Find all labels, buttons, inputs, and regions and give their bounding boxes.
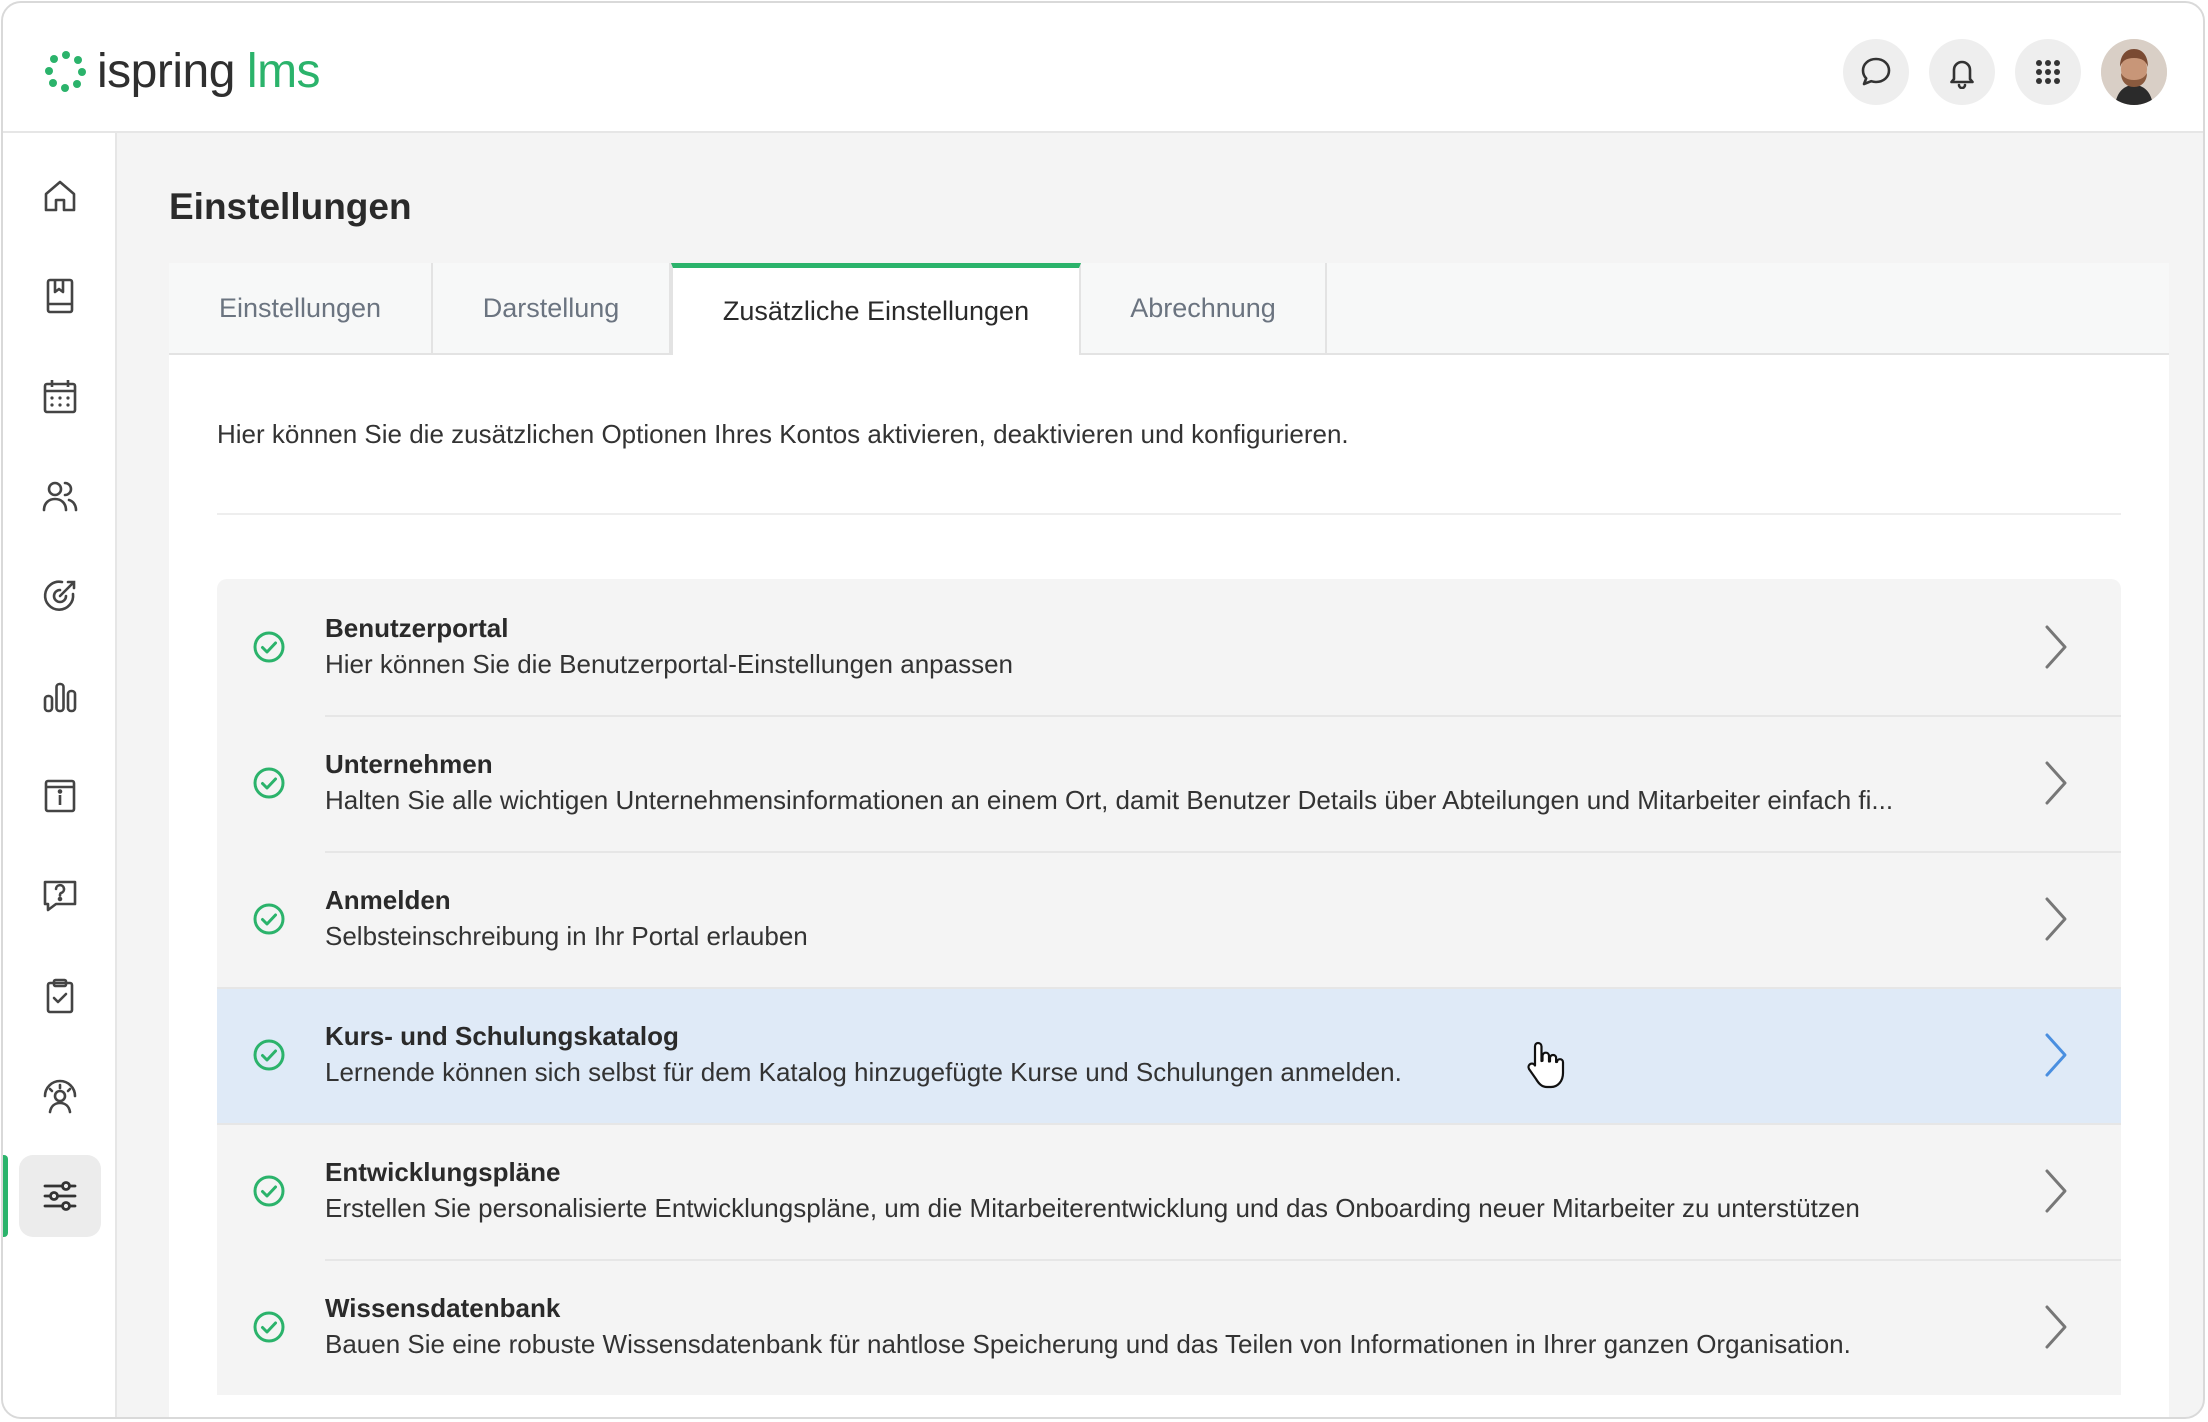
option-description: Erstellen Sie personalisierte Entwicklun… xyxy=(325,1193,1860,1223)
apps-button[interactable] xyxy=(2015,39,2081,105)
option-row-kurskatalog[interactable]: Kurs- und Schulungskatalog Lernende könn… xyxy=(217,987,2121,1123)
calendar-icon xyxy=(43,380,77,414)
check-circle-icon xyxy=(253,903,285,935)
ispring-logo[interactable]: ispring lms xyxy=(43,41,321,101)
book-icon xyxy=(46,278,74,314)
settings-panel: Hier können Sie die zusätzlichen Optione… xyxy=(169,355,2169,1417)
option-description: Hier können Sie die Benutzerportal-Einst… xyxy=(325,649,1013,679)
option-title: Unternehmen xyxy=(325,749,493,779)
check-circle-icon xyxy=(253,1175,285,1207)
check-circle-icon xyxy=(253,767,285,799)
header-actions xyxy=(1843,39,2167,105)
chat-bubble-icon xyxy=(1861,57,1891,86)
avatar-portrait xyxy=(2101,39,2167,105)
tab-darstellung[interactable]: Darstellung xyxy=(433,263,671,353)
sidebar-item-settings[interactable] xyxy=(3,1155,101,1237)
option-row-unternehmen[interactable]: Unternehmen Halten Sie alle wichtigen Un… xyxy=(217,715,2121,851)
hand-cursor-icon xyxy=(1527,1041,1565,1089)
target-icon xyxy=(43,580,76,611)
logo-word: ispring xyxy=(97,44,235,98)
bar-chart-icon xyxy=(43,682,77,713)
left-sidebar xyxy=(3,133,117,1417)
divider xyxy=(217,513,2121,515)
check-circle-icon xyxy=(253,1039,285,1071)
clipboard-check-icon xyxy=(46,978,74,1014)
settings-tabs: Einstellungen Darstellung Zusätzliche Ei… xyxy=(169,263,2169,355)
intro-text: Hier können Sie die zusätzlichen Optione… xyxy=(217,419,1349,449)
top-bar: ispring lms xyxy=(3,3,2203,133)
option-description: Halten Sie alle wichtigen Unternehmensin… xyxy=(325,785,1894,815)
option-row-anmelden[interactable]: Anmelden Selbsteinschreibung in Ihr Port… xyxy=(217,851,2121,987)
info-box-icon xyxy=(44,779,76,813)
person-gauge-icon xyxy=(43,1079,77,1114)
chevron-right-icon xyxy=(2045,1169,2067,1213)
option-row-entwicklungsplaene[interactable]: Entwicklungspläne Erstellen Sie personal… xyxy=(217,1123,2121,1259)
chevron-right-icon xyxy=(2045,1305,2067,1349)
sidebar-item-tasks[interactable] xyxy=(19,955,101,1037)
logo-mark-icon xyxy=(45,51,86,92)
notifications-button[interactable] xyxy=(1929,39,1995,105)
option-title: Anmelden xyxy=(325,885,451,915)
chevron-right-icon xyxy=(2045,1033,2067,1077)
sidebar-item-home[interactable] xyxy=(19,155,101,237)
option-row-wissensdatenbank[interactable]: Wissensdatenbank Bauen Sie eine robuste … xyxy=(217,1259,2121,1395)
sidebar-item-reports[interactable] xyxy=(19,655,101,737)
sidebar-item-performance[interactable] xyxy=(19,1055,101,1137)
sidebar-item-help[interactable] xyxy=(19,855,101,937)
sliders-icon xyxy=(43,1181,77,1211)
option-title: Kurs- und Schulungskatalog xyxy=(325,1021,679,1051)
apps-grid-icon xyxy=(2036,60,2060,84)
tab-abrechnung[interactable]: Abrechnung xyxy=(1081,263,1327,353)
option-title: Entwicklungspläne xyxy=(325,1157,561,1187)
sidebar-item-users[interactable] xyxy=(19,455,101,537)
page-title: Einstellungen xyxy=(169,186,412,227)
sidebar-item-goals[interactable] xyxy=(19,555,101,637)
tab-zusaetzliche-einstellungen[interactable]: Zusätzliche Einstellungen xyxy=(671,263,1081,355)
option-description: Bauen Sie eine robuste Wissensdatenbank … xyxy=(325,1329,1851,1359)
check-circle-icon xyxy=(253,1311,285,1343)
chat-button[interactable] xyxy=(1843,39,1909,105)
option-description: Selbsteinschreibung in Ihr Portal erlaub… xyxy=(325,921,808,951)
chevron-right-icon xyxy=(2045,761,2067,805)
sidebar-item-info[interactable] xyxy=(19,755,101,837)
option-description: Lernende können sich selbst für dem Kata… xyxy=(325,1057,1402,1087)
sidebar-item-calendar[interactable] xyxy=(19,355,101,437)
option-row-benutzerportal[interactable]: Benutzerportal Hier können Sie die Benut… xyxy=(217,579,2121,715)
question-chat-icon xyxy=(43,880,77,912)
option-title: Wissensdatenbank xyxy=(325,1293,561,1323)
users-icon xyxy=(42,481,78,512)
chevron-right-icon xyxy=(2045,897,2067,941)
user-avatar[interactable] xyxy=(2101,39,2167,105)
home-icon xyxy=(44,180,76,212)
tab-einstellungen[interactable]: Einstellungen xyxy=(169,263,433,353)
bell-icon xyxy=(1950,60,1974,89)
options-list: Benutzerportal Hier können Sie die Benut… xyxy=(217,579,2121,1395)
option-title: Benutzerportal xyxy=(325,613,509,643)
logo-suffix: lms xyxy=(246,44,321,98)
sidebar-item-learning[interactable] xyxy=(19,255,101,337)
check-circle-icon xyxy=(253,631,285,663)
app-window: ispring lms Einstellungen Einstellungen … xyxy=(1,1,2205,1419)
chevron-right-icon xyxy=(2045,625,2067,669)
